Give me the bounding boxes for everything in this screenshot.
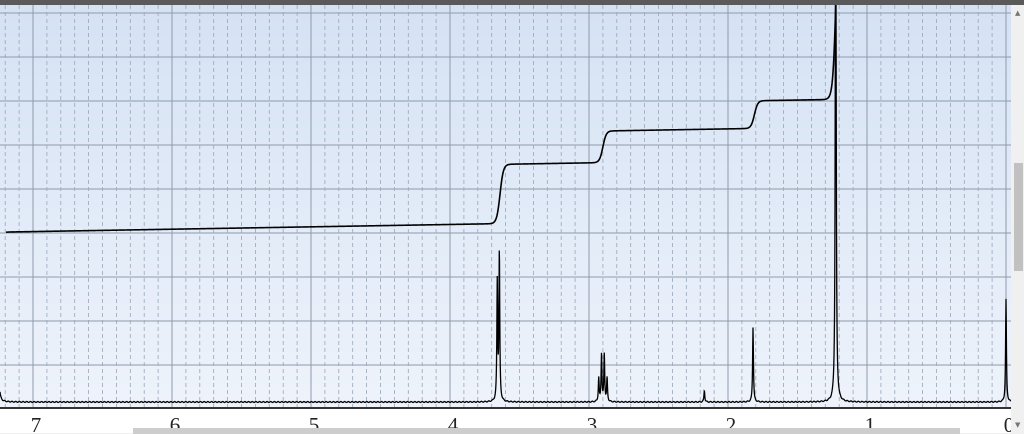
horizontal-scrollbar-thumb[interactable]	[133, 428, 960, 434]
x-tick-label: 7	[30, 413, 42, 434]
vertical-scrollbar-thumb[interactable]	[1014, 163, 1023, 271]
x-tick-label: 0	[1003, 413, 1011, 434]
scroll-down-arrow-icon[interactable]: ▼	[1015, 421, 1020, 429]
nmr-spectrum-plot	[0, 5, 1011, 409]
scroll-up-arrow-icon[interactable]: ▲	[1015, 9, 1020, 17]
